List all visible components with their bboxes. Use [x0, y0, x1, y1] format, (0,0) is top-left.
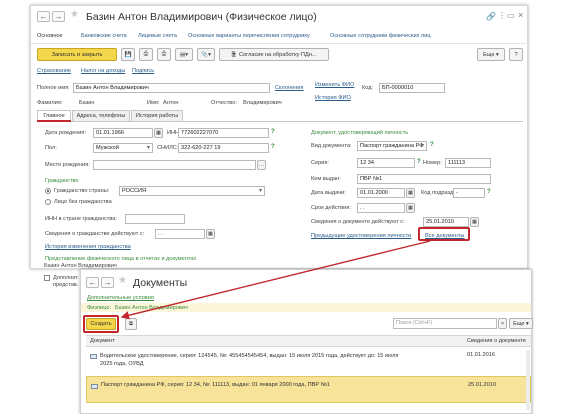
representation-value: Базин Антон Владимирович [44, 263, 117, 269]
annotation-arrow [120, 240, 431, 320]
